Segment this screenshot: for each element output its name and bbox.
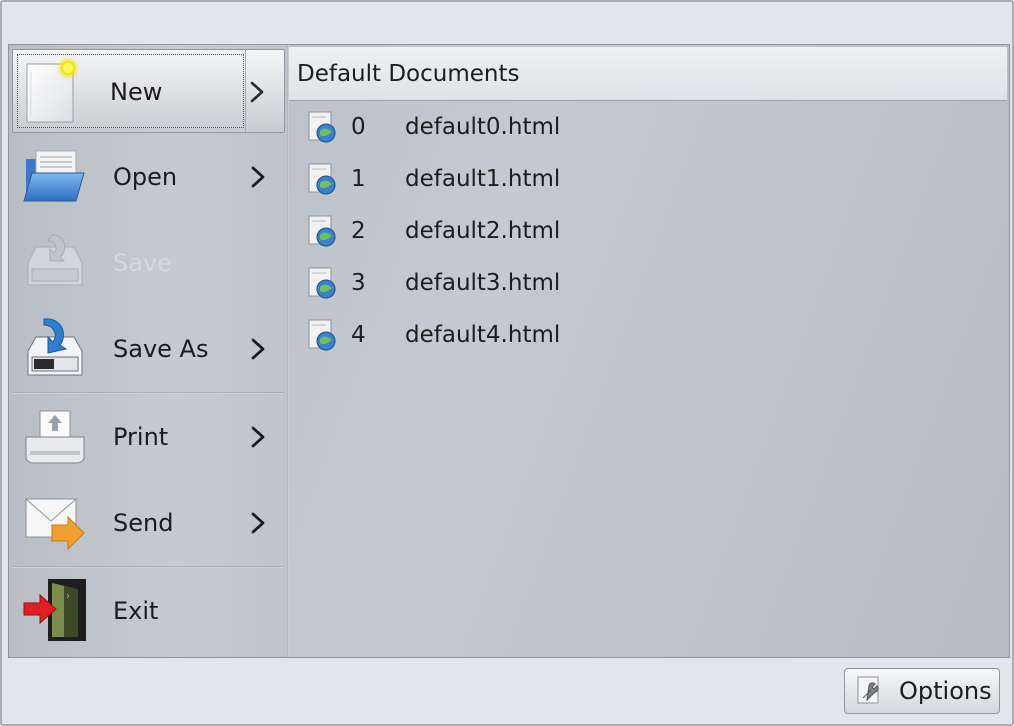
menu-item-print[interactable]: Print: [12, 395, 285, 479]
html-document-icon: [308, 111, 336, 143]
document-number: 3: [351, 270, 366, 296]
menu-separator: [12, 566, 284, 568]
file-menu-panel: New Open Save Save As Print Send › Exit …: [8, 44, 1010, 658]
new-document-icon: [26, 58, 79, 123]
save-as-icon: [27, 318, 83, 376]
document-number: 4: [351, 322, 366, 348]
settings-document-icon: [857, 676, 879, 704]
options-label: Options: [899, 677, 992, 705]
send-mail-icon: [25, 498, 85, 551]
menu-item-label: Save: [113, 249, 172, 277]
html-document-icon: [308, 163, 336, 195]
document-number: 2: [351, 218, 366, 244]
html-document-icon: [308, 319, 336, 351]
svg-text:›: ›: [66, 591, 70, 602]
chevron-right-icon[interactable]: [248, 425, 268, 449]
section-header: Default Documents: [289, 47, 1007, 101]
document-row[interactable]: 0 default0.html: [289, 101, 1007, 153]
document-filename: default0.html: [405, 114, 561, 140]
menu-item-exit[interactable]: › Exit: [12, 569, 285, 653]
document-row[interactable]: 4 default4.html: [289, 309, 1007, 361]
save-disk-icon: [27, 234, 83, 286]
document-row[interactable]: 1 default1.html: [289, 153, 1007, 205]
document-row[interactable]: 2 default2.html: [289, 205, 1007, 257]
menu-item-label: Send: [113, 509, 174, 537]
menu-item-open[interactable]: Open: [12, 135, 285, 219]
menu-item-save[interactable]: Save: [12, 221, 285, 305]
menu-separator: [12, 392, 284, 394]
chevron-right-icon[interactable]: [248, 511, 268, 535]
menu-item-label: Open: [113, 163, 178, 191]
document-filename: default4.html: [405, 322, 561, 348]
printer-icon: [25, 410, 85, 464]
application-window: New Open Save Save As Print Send › Exit …: [0, 0, 1014, 726]
chevron-right-icon[interactable]: [248, 165, 268, 189]
menu-item-label: Exit: [113, 597, 159, 625]
open-folder-icon: [23, 150, 85, 202]
exit-door-icon: ›: [23, 579, 86, 641]
menu-command-list: New Open Save Save As Print Send › Exit: [9, 45, 287, 657]
menu-item-label: Save As: [113, 335, 209, 363]
default-documents-pane: Default Documents 0 default0.html 1 defa…: [289, 45, 1009, 657]
chevron-right-icon[interactable]: [248, 337, 268, 361]
section-title: Default Documents: [297, 61, 520, 87]
menu-item-save-as[interactable]: Save As: [12, 307, 285, 391]
document-number: 1: [351, 166, 366, 192]
document-filename: default2.html: [405, 218, 561, 244]
menu-item-new[interactable]: New: [12, 49, 285, 133]
menu-item-send[interactable]: Send: [12, 481, 285, 565]
chevron-right-icon[interactable]: [247, 80, 267, 104]
document-row[interactable]: 3 default3.html: [289, 257, 1007, 309]
document-filename: default1.html: [405, 166, 561, 192]
menu-item-label: New: [110, 78, 163, 106]
html-document-icon: [308, 267, 336, 299]
menu-item-label: Print: [113, 423, 169, 451]
options-button[interactable]: Options: [844, 668, 1000, 714]
document-filename: default3.html: [405, 270, 561, 296]
submenu-separator: [245, 50, 246, 132]
html-document-icon: [308, 215, 336, 247]
document-number: 0: [351, 114, 366, 140]
